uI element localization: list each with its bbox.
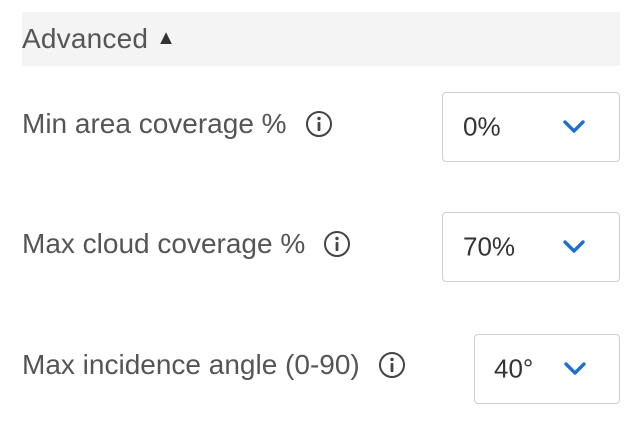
min-area-coverage-label: Min area coverage %	[22, 108, 287, 139]
max-incidence-angle-value: 40°	[494, 353, 534, 384]
max-cloud-coverage-label: Max cloud coverage %	[22, 228, 306, 259]
max-incidence-angle-select[interactable]: 40°	[474, 334, 620, 404]
info-icon[interactable]	[378, 351, 406, 379]
max-cloud-coverage-row: Max cloud coverage %	[22, 224, 351, 264]
min-area-coverage-value: 0%	[463, 111, 501, 142]
max-cloud-coverage-value: 70%	[463, 231, 516, 262]
advanced-section-title: Advanced	[22, 23, 149, 54]
caret-up-icon: ▲	[156, 26, 176, 49]
max-incidence-angle-row: Max incidence angle (0-90)	[22, 345, 406, 385]
max-cloud-coverage-select[interactable]: 70%	[442, 212, 620, 282]
chevron-down-icon	[563, 240, 585, 253]
info-icon[interactable]	[305, 110, 333, 138]
advanced-section-toggle[interactable]: Advanced ▲	[22, 12, 620, 66]
chevron-down-icon	[563, 120, 585, 133]
min-area-coverage-select[interactable]: 0%	[442, 92, 620, 162]
advanced-panel: Advanced ▲ Min area coverage % 0% Max cl…	[0, 0, 640, 430]
info-icon[interactable]	[323, 230, 351, 258]
chevron-down-icon	[564, 362, 586, 375]
max-incidence-angle-label: Max incidence angle (0-90)	[22, 349, 360, 380]
min-area-coverage-row: Min area coverage %	[22, 104, 333, 144]
